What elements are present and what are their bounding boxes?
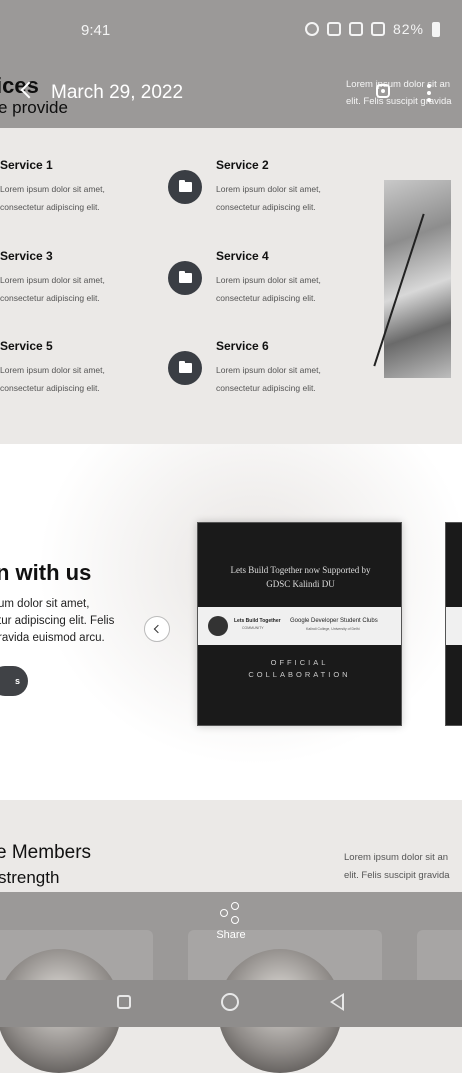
card-tagline: Lets Build Together now Supported by GDS… <box>198 563 403 591</box>
collab-card[interactable]: Lets Build Together now Supported by GDS… <box>197 522 402 726</box>
collab-heading: n with us <box>0 560 92 585</box>
desk-photo <box>384 180 451 378</box>
partner-band: Lets Build Together COMMUNITY Google Dev… <box>198 607 401 645</box>
status-bar: 9:41 82% <box>0 0 462 62</box>
service-title: Service 1 <box>0 158 53 172</box>
card-tagline-line: Lets Build Together now Supported by <box>230 565 371 575</box>
services-section: Service 1 Lorem ipsum dolor sit amet, co… <box>0 128 462 444</box>
share-overlay: Share <box>0 892 462 1073</box>
status-icons: 82% <box>304 21 440 37</box>
lens-icon[interactable] <box>376 84 390 98</box>
vibrate-icon <box>326 22 341 36</box>
battery-percent: 82% <box>392 21 424 37</box>
partner-name: Lets Build Together <box>234 618 281 624</box>
status-time: 9:41 <box>81 22 111 39</box>
recents-icon[interactable] <box>117 995 131 1009</box>
service-text: Lorem ipsum dolor sit amet, consectetur … <box>216 184 321 212</box>
folder-icon <box>168 261 202 295</box>
collab-button[interactable]: s <box>0 666 28 696</box>
appbar-date: March 29, 2022 <box>51 82 184 103</box>
folder-icon <box>168 351 202 385</box>
home-icon[interactable] <box>221 993 239 1011</box>
collab-line: ravida euismod arcu. <box>0 632 105 644</box>
partner-name: Google Developer Student Clubs <box>290 618 378 624</box>
service-title: Service 6 <box>216 339 269 353</box>
collab-line: tur adipiscing elit. Felis <box>0 615 115 627</box>
collab-line: um dolor sit amet, <box>0 598 90 610</box>
hero-side-line: Lorem ipsum dolor sit an <box>346 79 451 90</box>
system-nav-bar <box>0 980 462 1027</box>
service-title: Service 5 <box>0 339 53 353</box>
collab-card-next[interactable] <box>445 522 462 726</box>
card-official-line: COLLABORATION <box>248 670 351 679</box>
members-section: e Members strength Lorem ipsum dolor sit… <box>0 800 462 892</box>
service-title: Service 3 <box>0 249 53 263</box>
card-official-line: OFFICIAL <box>270 658 329 667</box>
service-text: Lorem ipsum dolor sit amet, consectetur … <box>0 365 105 393</box>
members-side-line: elit. Felis suscipit gravida <box>344 870 450 881</box>
signal-icon <box>370 22 385 36</box>
service-text: Lorem ipsum dolor sit amet, consectetur … <box>216 275 321 303</box>
service-text: Lorem ipsum dolor sit amet, consectetur … <box>0 275 105 303</box>
more-options-icon[interactable] <box>427 84 431 102</box>
members-title: e Members <box>0 842 92 863</box>
collaboration-section: n with us um dolor sit amet, tur adipisc… <box>0 444 462 800</box>
service-text: Lorem ipsum dolor sit amet, consectetur … <box>216 365 321 393</box>
globe-logo-icon <box>208 616 228 636</box>
service-text: Lorem ipsum dolor sit amet, consectetur … <box>0 184 105 212</box>
share-label[interactable]: Share <box>0 929 462 941</box>
members-subtitle: strength <box>0 868 60 887</box>
folder-icon <box>168 170 202 204</box>
hero-side-line: elit. Felis suscipit gravida <box>346 96 452 107</box>
partner-sub: COMMUNITY <box>242 626 264 630</box>
service-title: Service 2 <box>216 158 269 172</box>
hotspot-icon <box>304 22 319 36</box>
back-triangle-icon[interactable] <box>330 993 344 1011</box>
service-title: Service 4 <box>216 249 269 263</box>
collab-text: um dolor sit amet, tur adipiscing elit. … <box>0 596 114 647</box>
hero-side-text: Lorem ipsum dolor sit an elit. Felis sus… <box>346 76 452 110</box>
members-side-text: Lorem ipsum dolor sit an elit. Felis sus… <box>344 849 450 885</box>
volte-icon <box>348 22 363 36</box>
members-side-line: Lorem ipsum dolor sit an <box>344 852 449 863</box>
carousel-prev-button[interactable] <box>144 616 170 642</box>
card-tagline-line: GDSC Kalindi DU <box>266 579 335 589</box>
card-official: OFFICIAL COLLABORATION <box>198 657 401 681</box>
partner-sub: Kalindi College, University of Delhi <box>306 627 360 631</box>
battery-icon <box>432 21 440 37</box>
app-bar: ices e provide March 29, 2022 Lorem ipsu… <box>0 62 462 128</box>
share-icon[interactable] <box>220 902 242 924</box>
